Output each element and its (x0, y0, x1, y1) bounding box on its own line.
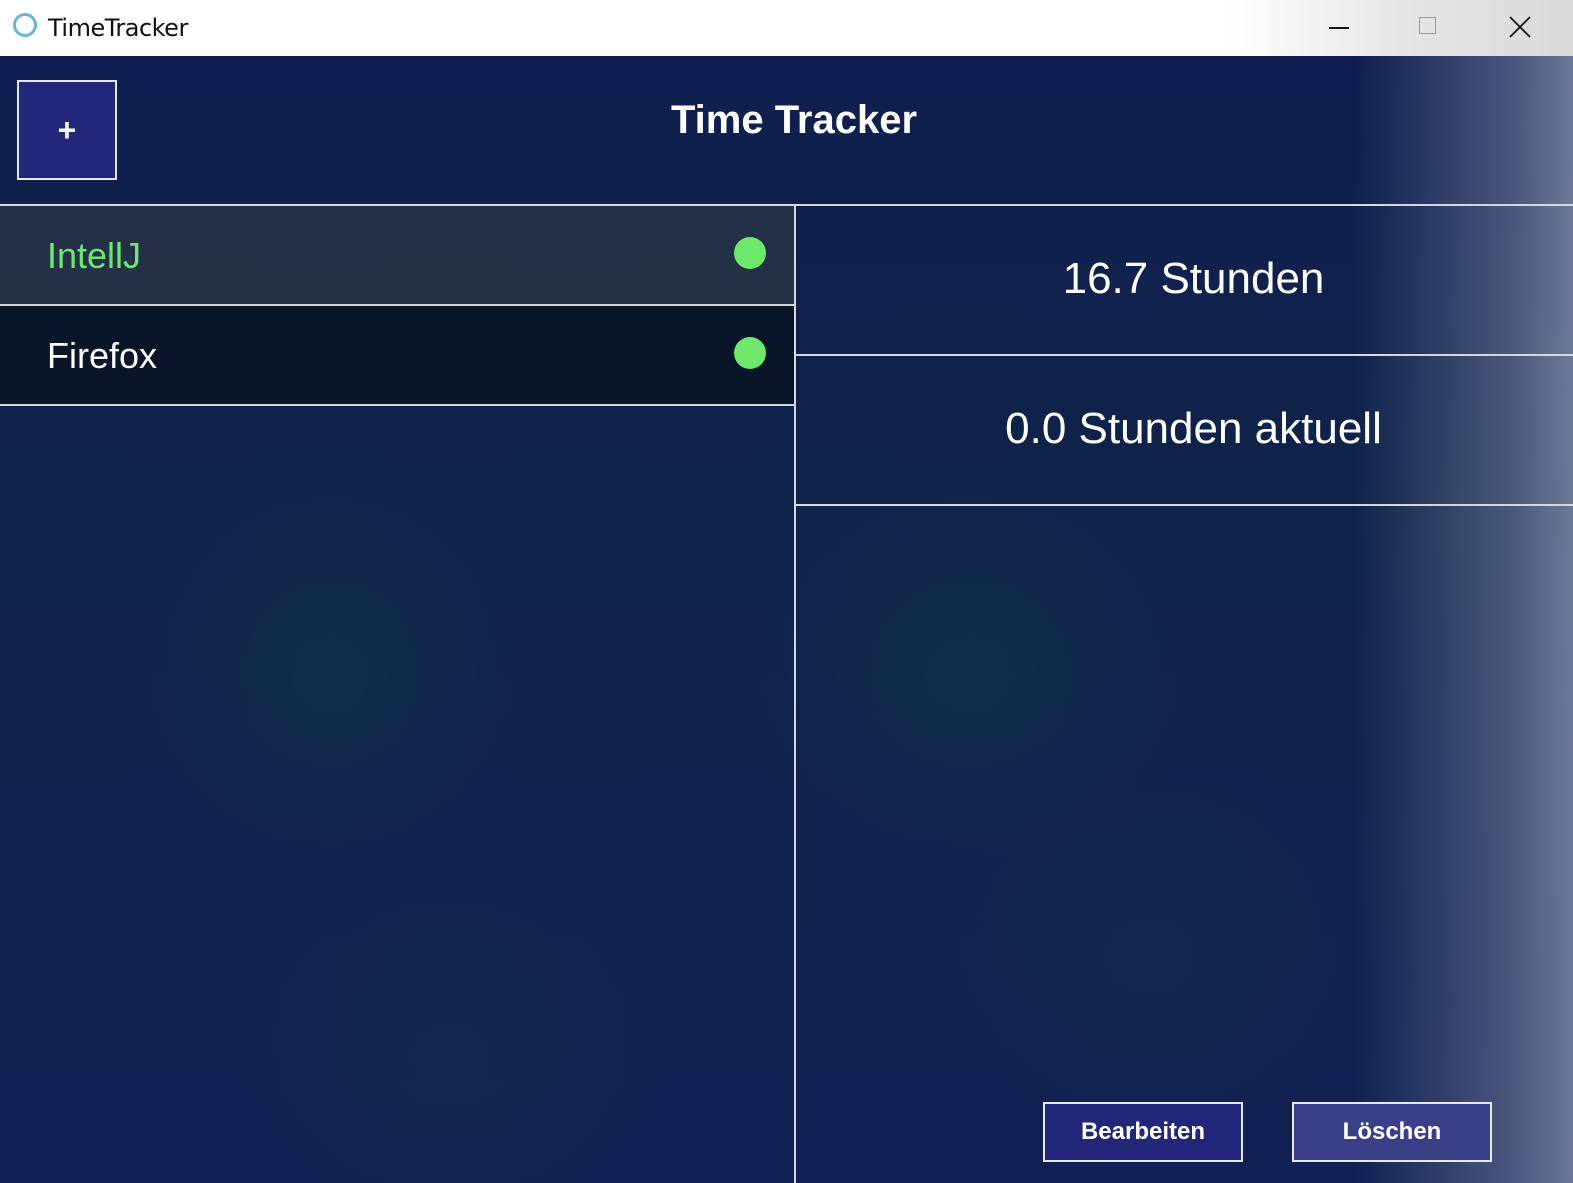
title-bar: TimeTracker (0, 0, 1573, 56)
maximize-button[interactable] (1387, 0, 1477, 56)
window-title: TimeTracker (48, 14, 188, 42)
current-hours: 0.0 Stunden aktuell (1005, 404, 1382, 453)
list-item-label: IntellJ (47, 235, 142, 276)
app-window: TimeTracker + Time Tracker IntellJ Firef… (0, 0, 1573, 1183)
minimize-button[interactable] (1297, 0, 1387, 56)
delete-button[interactable]: Löschen (1292, 1102, 1492, 1162)
status-dot (734, 237, 766, 269)
close-button[interactable] (1477, 0, 1567, 56)
close-icon (1509, 16, 1531, 38)
current-hours-panel: 0.0 Stunden aktuell (796, 356, 1573, 504)
total-hours-panel: 16.7 Stunden (796, 206, 1573, 354)
maximize-icon (1419, 17, 1436, 34)
stat-divider (796, 504, 1573, 506)
list-divider (0, 404, 794, 406)
app-icon (13, 13, 37, 37)
minimize-icon (1329, 27, 1349, 29)
edit-button[interactable]: Bearbeiten (1043, 1102, 1243, 1162)
list-item-label: Firefox (47, 335, 158, 376)
list-item-firefox[interactable]: Firefox (0, 306, 794, 404)
status-dot (734, 337, 766, 369)
page-title: Time Tracker (670, 98, 918, 142)
list-item-intellij[interactable]: IntellJ (0, 206, 794, 304)
main-content: + Time Tracker IntellJ Firefox 16.7 Stun… (0, 56, 1573, 1183)
total-hours: 16.7 Stunden (1062, 254, 1325, 303)
